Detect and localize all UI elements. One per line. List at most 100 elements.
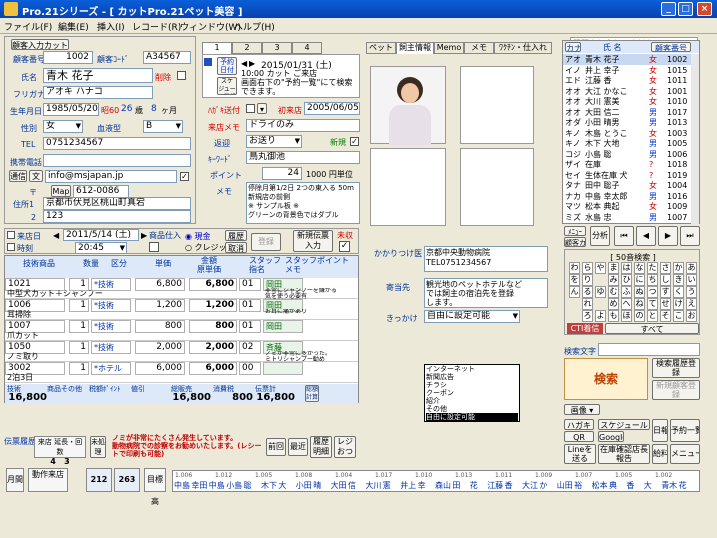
- kana-key[interactable]: ぬ: [634, 286, 645, 298]
- table-row[interactable]: 1006 耳掃除 1 *技術 1,200 1,200 01 岡田 お耳に痛があり: [5, 299, 358, 320]
- mobile-field[interactable]: [43, 154, 191, 167]
- search-text-field[interactable]: [598, 343, 700, 356]
- header-number[interactable]: 顧客番号: [651, 42, 691, 52]
- customer-code-field[interactable]: A34567: [143, 51, 191, 64]
- list-item[interactable]: オダ 小田 晴男 男 1013: [563, 117, 691, 128]
- kana-key[interactable]: あ: [686, 262, 697, 274]
- vet-field[interactable]: 京都中央動物病院 TEL0751234567: [424, 246, 548, 272]
- timeline-name[interactable]: 木下: [261, 480, 277, 491]
- kana-key[interactable]: む: [608, 286, 619, 298]
- reservation-list-button[interactable]: 予約一覧: [670, 419, 700, 442]
- list-item[interactable]: オオ 大江 かなこ 女 1001: [563, 86, 691, 97]
- kana-key[interactable]: ね: [634, 298, 645, 310]
- table-row[interactable]: 1021 中型犬カット＋シャンプー 1 *技術 6,800 6,800 01 岡田 非常にシャン…: [5, 278, 358, 299]
- delete-checkbox[interactable]: [177, 71, 186, 80]
- kana-key[interactable]: る: [582, 286, 593, 298]
- date-prev-icon[interactable]: ◀: [53, 231, 59, 240]
- timeline-name[interactable]: 中島: [174, 480, 190, 491]
- timeline-name[interactable]: 松本: [592, 480, 608, 491]
- new-checkbox[interactable]: ✓: [350, 137, 359, 146]
- time-checkbox[interactable]: [7, 243, 15, 251]
- kana-key[interactable]: か: [673, 262, 684, 274]
- item-qty[interactable]: 1: [69, 362, 89, 375]
- calc-total-button[interactable]: 総額計算: [305, 385, 319, 402]
- timeline-name[interactable]: 晴: [313, 480, 321, 491]
- menu-record[interactable]: レコード(R): [132, 20, 181, 33]
- list-item[interactable]: タナ 田中 聡子 女 1004: [563, 180, 691, 191]
- addr2-field[interactable]: 123: [43, 210, 191, 223]
- trigger-option[interactable]: 新聞広告: [426, 373, 518, 381]
- search-button[interactable]: 検索: [564, 358, 648, 400]
- photo-slot-2[interactable]: [460, 66, 534, 144]
- kana-key[interactable]: こ: [673, 310, 684, 322]
- new-customer-button[interactable]: 新規顧客登録: [652, 380, 700, 400]
- daily-report-button[interactable]: 日報: [652, 419, 668, 442]
- mail-send-button[interactable]: 通信: [9, 170, 27, 182]
- timeline-name[interactable]: 大: [644, 480, 652, 491]
- maximize-icon[interactable]: □: [678, 2, 693, 16]
- prev-record-icon[interactable]: ◀: [636, 226, 656, 246]
- history-button[interactable]: 履歴: [225, 230, 247, 241]
- item-qty[interactable]: 1: [69, 278, 89, 291]
- name-field[interactable]: 青木 花子: [43, 68, 153, 83]
- tab-4[interactable]: 4: [292, 42, 322, 54]
- sex-select[interactable]: 女 ▼: [43, 120, 83, 133]
- stock-check-button[interactable]: 在庫確認店長報告: [598, 444, 650, 464]
- first-record-icon[interactable]: ⏮: [614, 226, 634, 246]
- schedule-button[interactable]: スケジュール: [598, 419, 650, 430]
- item-price[interactable]: 6,800: [135, 278, 185, 291]
- kana-key[interactable]: す: [660, 286, 671, 298]
- kana-key[interactable]: な: [634, 262, 645, 274]
- google-button[interactable]: Google: [598, 431, 624, 442]
- mail-checkbox[interactable]: ✓: [180, 172, 189, 181]
- timeline-name[interactable]: 大: [278, 480, 286, 491]
- search-history-button[interactable]: 検索履歴登録: [652, 358, 700, 378]
- list-item[interactable]: ミズ 水島 忠 男 1007: [563, 212, 691, 223]
- cti-button[interactable]: CTI着信: [567, 323, 603, 334]
- kana-key[interactable]: も: [608, 310, 619, 322]
- kana-key[interactable]: ま: [608, 262, 619, 274]
- customer-input-button[interactable]: 顧客入力カット: [11, 39, 69, 50]
- list-item[interactable]: マツ 松本 典起 女 1009: [563, 201, 691, 212]
- timeline-name[interactable]: 大田: [331, 480, 347, 491]
- table-row[interactable]: 1050 ノミ取り 1 *技術 2,000 2,000 02 斉藤 ノミが非常に多かった。 ミト…: [5, 341, 358, 362]
- trigger-select[interactable]: 自由に設定可能 ▼: [424, 310, 520, 323]
- list-item[interactable]: キノ 木下 大地 男 1005: [563, 138, 691, 149]
- item-price[interactable]: 2,000: [135, 341, 185, 354]
- item-qty[interactable]: 1: [69, 320, 89, 333]
- kana-key[interactable]: ひ: [621, 274, 632, 286]
- item-qty[interactable]: 1: [69, 299, 89, 312]
- trigger-dropdown-list[interactable]: インターネット 新聞広告 チラシ クーポン 紹介 その他 自由に設定可能: [424, 364, 520, 422]
- memo2-field[interactable]: 停除月第1/2日 2つの東入る 50m新規店の前側 ※ サンプル板 ※ グリーン…: [246, 182, 360, 224]
- list-item[interactable]: オオ 大川 憲美 女 1010: [563, 96, 691, 107]
- list-item[interactable]: セイ 生体在庫 犬? 1019: [563, 170, 691, 181]
- last-record-icon[interactable]: ⏭: [680, 226, 700, 246]
- trigger-option[interactable]: クーポン: [426, 389, 518, 397]
- tab-3[interactable]: 3: [262, 42, 292, 54]
- tab-memo[interactable]: メモ: [464, 42, 494, 54]
- timeline-name[interactable]: 井上: [400, 480, 416, 491]
- minimize-icon[interactable]: _: [661, 2, 676, 16]
- hagaki-button[interactable]: ハガキ: [564, 419, 594, 430]
- kana-key[interactable]: ら: [582, 262, 593, 274]
- timeline-name[interactable]: 青木: [661, 480, 677, 491]
- timeline-name[interactable]: 花: [470, 480, 478, 491]
- kana-key[interactable]: け: [673, 298, 684, 310]
- map-button[interactable]: Map: [51, 185, 71, 197]
- stay-field[interactable]: 観光地のペットホテルなど では飼主の宿泊先を登録 します。: [424, 278, 548, 308]
- next-record-icon[interactable]: ▶: [658, 226, 678, 246]
- trigger-option[interactable]: チラシ: [426, 381, 518, 389]
- visit-memo-field[interactable]: ドライのみ: [246, 119, 360, 132]
- kana-key[interactable]: お: [686, 310, 697, 322]
- date-next-icon[interactable]: ▶: [141, 231, 147, 240]
- cash-radio[interactable]: ◉ 現金: [185, 231, 211, 242]
- kana-key[interactable]: へ: [621, 298, 632, 310]
- menu-window[interactable]: ウィンドウ(W): [180, 20, 241, 33]
- timeline-name[interactable]: 香: [626, 480, 634, 491]
- tab-1[interactable]: 1: [202, 42, 232, 54]
- reserve-next-icon[interactable]: ▶: [249, 59, 255, 68]
- item-sub[interactable]: 01: [239, 278, 261, 291]
- kana-key[interactable]: よ: [595, 310, 606, 322]
- close-icon[interactable]: ×: [697, 2, 712, 16]
- receipt-button[interactable]: レジおつり: [334, 436, 356, 458]
